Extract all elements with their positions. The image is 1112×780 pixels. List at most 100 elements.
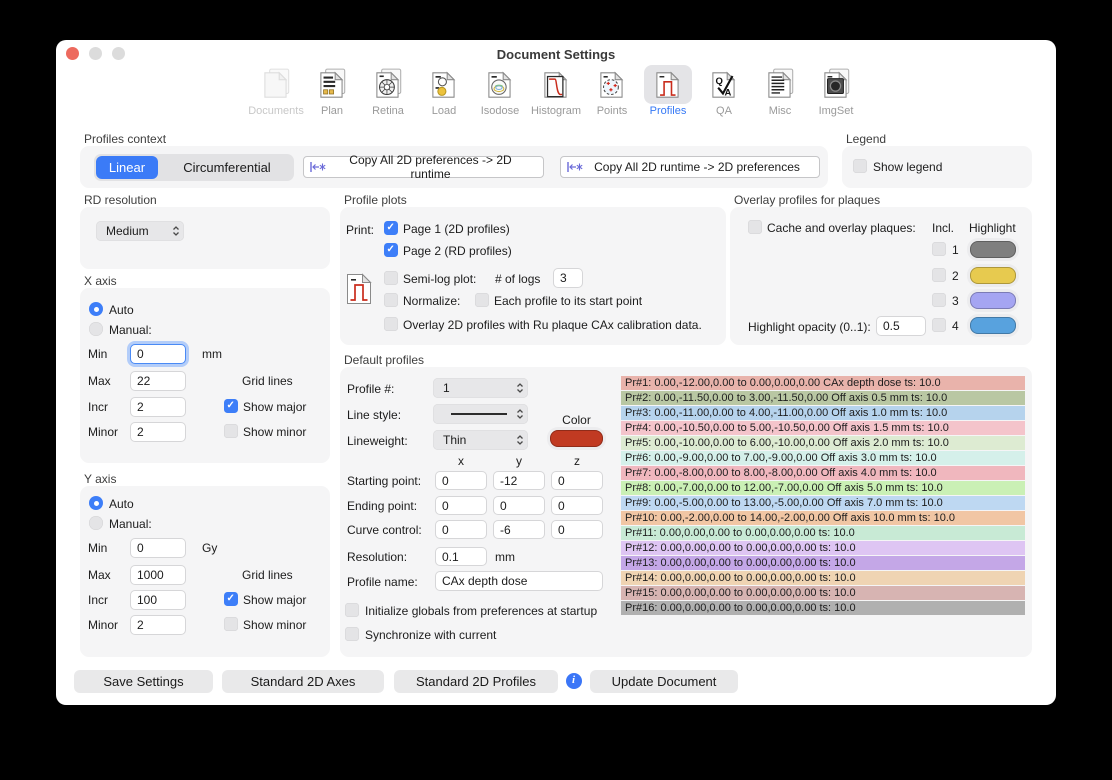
y-show-major-checkbox[interactable]: [224, 592, 238, 606]
curve-z-field[interactable]: [551, 520, 603, 539]
plaque-include-checkbox-2[interactable]: [932, 268, 946, 282]
each-profile-checkbox[interactable]: [475, 293, 489, 307]
line-style-popup[interactable]: [433, 404, 528, 424]
plaque-highlight-swatch-2[interactable]: [970, 267, 1016, 284]
info-icon[interactable]: [566, 673, 582, 689]
plaque-include-checkbox-3[interactable]: [932, 293, 946, 307]
incl-header: Incl.: [932, 221, 954, 235]
save-settings-button[interactable]: Save Settings: [74, 670, 213, 693]
y-show-minor-checkbox[interactable]: [224, 617, 238, 631]
update-document-button[interactable]: Update Document: [590, 670, 738, 693]
x-incr-field[interactable]: [130, 397, 186, 417]
profile-list-row[interactable]: Pr#12: 0.00,0.00,0.00 to 0.00,0.00,0.00 …: [621, 541, 1025, 555]
y-auto-radio[interactable]: [89, 496, 103, 510]
synchronize-checkbox[interactable]: [345, 627, 359, 641]
segment-linear[interactable]: Linear: [96, 156, 158, 179]
toolbar-item-isodose[interactable]: Isodose: [475, 65, 525, 117]
highlight-opacity-field[interactable]: [876, 316, 926, 336]
x-manual-radio[interactable]: [89, 322, 103, 336]
toolbar-item-misc[interactable]: Misc: [755, 65, 805, 117]
profile-list-row[interactable]: Pr#16: 0.00,0.00,0.00 to 0.00,0.00,0.00 …: [621, 601, 1025, 615]
popup-chevrons-icon: [516, 382, 524, 394]
curve-y-field[interactable]: [493, 520, 545, 539]
x-show-major-checkbox[interactable]: [224, 399, 238, 413]
profile-list-row[interactable]: Pr#11: 0.00,0.00,0.00 to 0.00,0.00,0.00 …: [621, 526, 1025, 540]
toolbar-item-documents[interactable]: Documents: [251, 65, 301, 117]
plaque-highlight-swatch-1[interactable]: [970, 241, 1016, 258]
profile-list-row[interactable]: Pr#2: 0.00,-11.50,0.00 to 3.00,-11.50,0.…: [621, 391, 1025, 405]
default-profiles-label: Default profiles: [344, 353, 424, 367]
starting-y-field[interactable]: [493, 471, 545, 490]
ending-z-field[interactable]: [551, 496, 603, 515]
toolbar-item-load[interactable]: Load: [419, 65, 469, 117]
plaque-include-checkbox-1[interactable]: [932, 242, 946, 256]
y-manual-radio[interactable]: [89, 516, 103, 530]
profile-list-row[interactable]: Pr#14: 0.00,0.00,0.00 to 0.00,0.00,0.00 …: [621, 571, 1025, 585]
y-axis-label: Y axis: [84, 472, 116, 486]
svg-text:Q: Q: [716, 75, 723, 86]
profile-list: Pr#1: 0.00,-12.00,0.00 to 0.00,0.00,0.00…: [621, 376, 1025, 616]
y-min-field[interactable]: [130, 538, 186, 558]
curve-x-field[interactable]: [435, 520, 487, 539]
normalize-checkbox[interactable]: [384, 293, 398, 307]
x-max-field[interactable]: [130, 371, 186, 391]
profile-list-row[interactable]: Pr#10: 0.00,-2.00,0.00 to 14.00,-2.00,0.…: [621, 511, 1025, 525]
toolbar-item-qa[interactable]: Q A QA: [699, 65, 749, 117]
starting-z-field[interactable]: [551, 471, 603, 490]
y-incr-field[interactable]: [130, 590, 186, 610]
show-legend-checkbox[interactable]: [853, 159, 867, 173]
plaque-highlight-swatch-4[interactable]: [970, 317, 1016, 334]
print-page1-checkbox[interactable]: [384, 221, 398, 235]
profile-name-field[interactable]: [435, 571, 603, 591]
x-show-minor-checkbox[interactable]: [224, 424, 238, 438]
init-globals-checkbox[interactable]: [345, 603, 359, 617]
profile-list-row[interactable]: Pr#15: 0.00,0.00,0.00 to 0.00,0.00,0.00 …: [621, 586, 1025, 600]
profile-list-row[interactable]: Pr#4: 0.00,-10.50,0.00 to 5.00,-10.50,0.…: [621, 421, 1025, 435]
semilog-checkbox[interactable]: [384, 271, 398, 285]
popup-chevrons-icon: [172, 225, 180, 237]
ending-x-field[interactable]: [435, 496, 487, 515]
overlay-calibration-checkbox[interactable]: [384, 317, 398, 331]
plaque-highlight-swatch-3[interactable]: [970, 292, 1016, 309]
segment-circumferential[interactable]: Circumferential: [162, 156, 292, 179]
plaques-label: Overlay profiles for plaques: [734, 193, 880, 207]
toolbar-item-imgset[interactable]: ImgSet: [811, 65, 861, 117]
toolbar-item-points[interactable]: Points: [587, 65, 637, 117]
cache-overlay-checkbox[interactable]: [748, 220, 762, 234]
x-min-field[interactable]: [130, 344, 186, 364]
print-page2-checkbox[interactable]: [384, 243, 398, 257]
profile-list-row[interactable]: Pr#7: 0.00,-8.00,0.00 to 8.00,-8.00,0.00…: [621, 466, 1025, 480]
show-legend-text: Show legend: [873, 160, 942, 174]
x-minor-field[interactable]: [130, 422, 186, 442]
rd-resolution-popup[interactable]: Medium: [96, 221, 184, 241]
standard-2d-axes-button[interactable]: Standard 2D Axes: [222, 670, 384, 693]
profile-list-row[interactable]: Pr#3: 0.00,-11.00,0.00 to 4.00,-11.00,0.…: [621, 406, 1025, 420]
profile-list-row[interactable]: Pr#5: 0.00,-10.00,0.00 to 6.00,-10.00,0.…: [621, 436, 1025, 450]
toolbar-item-retina[interactable]: Retina: [363, 65, 413, 117]
profile-number-popup[interactable]: 1: [433, 378, 528, 398]
plaque-include-checkbox-4[interactable]: [932, 318, 946, 332]
toolbar-item-histogram[interactable]: Histogram: [531, 65, 581, 117]
lineweight-popup[interactable]: Thin: [433, 430, 528, 450]
profile-color-well[interactable]: [550, 430, 603, 447]
profiles-icon: [650, 67, 686, 103]
copy-runtime-to-preferences-button[interactable]: Copy All 2D runtime -> 2D preferences: [560, 156, 820, 178]
x-auto-radio[interactable]: [89, 302, 103, 316]
y-max-field[interactable]: [130, 565, 186, 585]
standard-2d-profiles-button[interactable]: Standard 2D Profiles: [394, 670, 558, 693]
profile-plots-label: Profile plots: [344, 193, 407, 207]
toolbar-item-profiles[interactable]: Profiles: [643, 65, 693, 117]
profile-list-row[interactable]: Pr#1: 0.00,-12.00,0.00 to 0.00,0.00,0.00…: [621, 376, 1025, 390]
starting-x-field[interactable]: [435, 471, 487, 490]
profile-list-row[interactable]: Pr#8: 0.00,-7.00,0.00 to 12.00,-7.00,0.0…: [621, 481, 1025, 495]
profile-list-row[interactable]: Pr#13: 0.00,0.00,0.00 to 0.00,0.00,0.00 …: [621, 556, 1025, 570]
copy-preferences-to-runtime-button[interactable]: Copy All 2D preferences -> 2D runtime: [303, 156, 544, 178]
toolbar-item-plan[interactable]: Plan: [307, 65, 357, 117]
popup-chevrons-icon: [516, 434, 524, 446]
resolution-field[interactable]: [435, 547, 487, 566]
profile-list-row[interactable]: Pr#6: 0.00,-9.00,0.00 to 7.00,-9.00,0.00…: [621, 451, 1025, 465]
num-logs-field[interactable]: [553, 268, 583, 288]
profile-list-row[interactable]: Pr#9: 0.00,-5.00,0.00 to 13.00,-5.00,0.0…: [621, 496, 1025, 510]
y-minor-field[interactable]: [130, 615, 186, 635]
ending-y-field[interactable]: [493, 496, 545, 515]
